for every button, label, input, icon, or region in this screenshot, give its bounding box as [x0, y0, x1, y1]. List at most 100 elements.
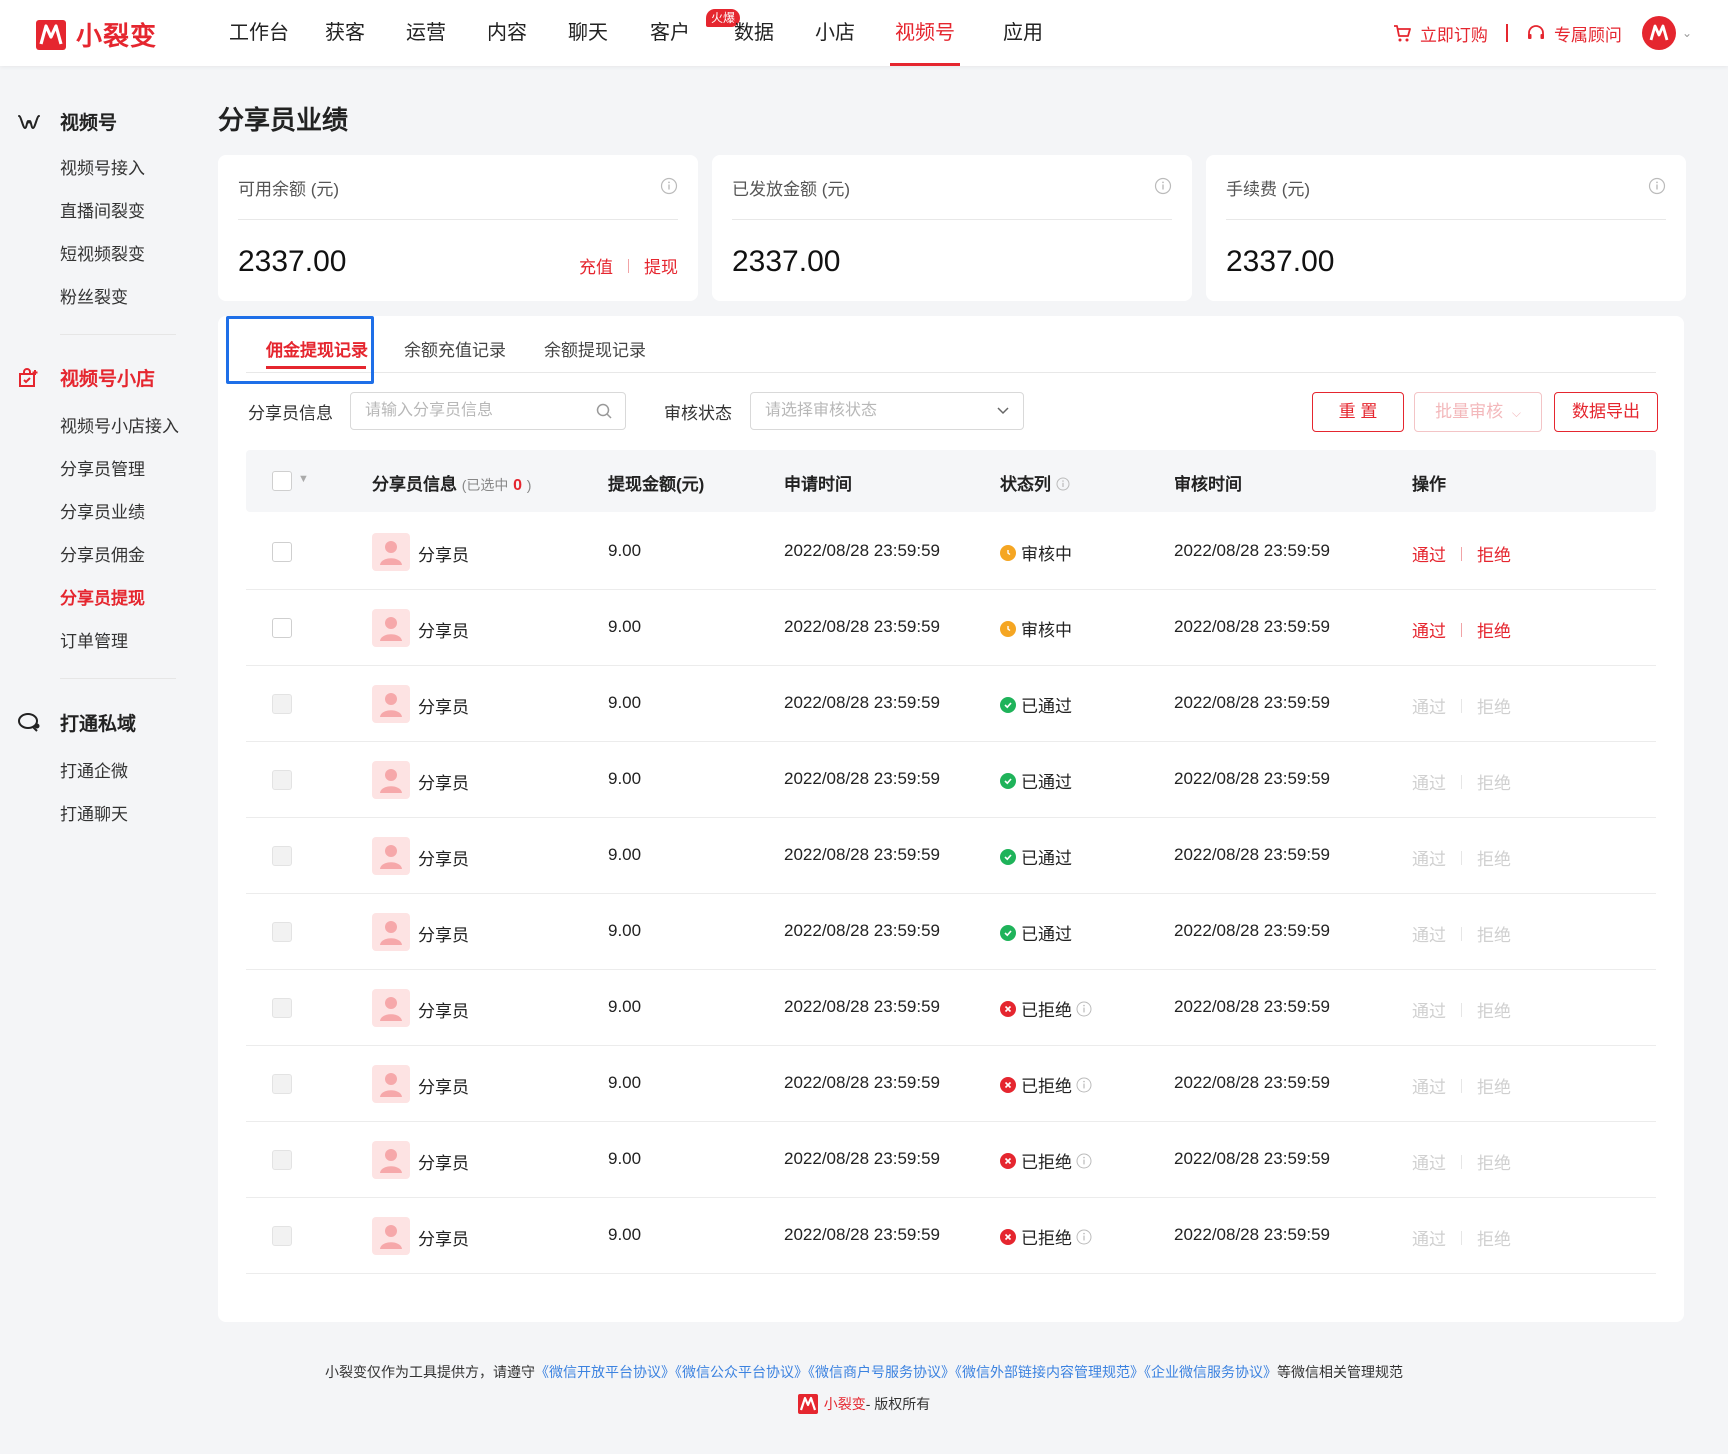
- reject-link[interactable]: 拒绝: [1477, 617, 1511, 642]
- withdraw-link[interactable]: 提现: [644, 253, 678, 278]
- caret-down-icon[interactable]: ▼: [298, 473, 309, 485]
- row-checkbox[interactable]: [272, 998, 292, 1018]
- link-external-content[interactable]: 《微信外部链接内容管理规范》: [955, 1364, 1144, 1380]
- withdraw-amount: 9.00: [608, 617, 642, 636]
- approve-link: 通过: [1412, 1002, 1446, 1021]
- reset-button[interactable]: 重 置: [1312, 392, 1404, 432]
- info-icon[interactable]: [1076, 1001, 1092, 1017]
- link-open-platform[interactable]: 《微信开放平台协议》: [535, 1364, 675, 1380]
- status-text: 已通过: [1021, 697, 1072, 716]
- info-icon[interactable]: [1076, 1229, 1092, 1245]
- sidebar-item-live-fission[interactable]: 直播间裂变: [60, 197, 145, 222]
- approve-link[interactable]: 通过: [1412, 541, 1446, 566]
- row-actions: 通过 拒绝: [1412, 845, 1511, 870]
- sidebar-item-sharer-withdraw[interactable]: 分享员提现: [60, 584, 145, 609]
- avatar: [372, 685, 410, 723]
- sharer-search-input[interactable]: 请输入分享员信息: [350, 392, 626, 430]
- info-icon[interactable]: [1648, 177, 1666, 195]
- row-checkbox[interactable]: [272, 1074, 292, 1094]
- info-icon[interactable]: [1076, 1077, 1092, 1093]
- info-icon[interactable]: [1076, 1153, 1092, 1169]
- row-checkbox[interactable]: [272, 1150, 292, 1170]
- sharer-name: 分享员: [418, 1078, 469, 1097]
- row-checkbox[interactable]: [272, 770, 292, 790]
- sidebar-item-order-manage[interactable]: 订单管理: [60, 627, 128, 652]
- rejected-status-icon: [1000, 1228, 1016, 1245]
- review-time: 2022/08/28 23:59:59: [1174, 693, 1330, 712]
- approve-link[interactable]: 通过: [1412, 617, 1446, 642]
- reject-link[interactable]: 拒绝: [1477, 541, 1511, 566]
- nav-content[interactable]: 内容: [468, 0, 546, 66]
- nav-channels[interactable]: 视频号: [890, 0, 960, 66]
- review-time: 2022/08/28 23:59:59: [1174, 541, 1330, 560]
- nav-apps[interactable]: 应用: [990, 0, 1056, 66]
- sidebar-group-label: 视频号小店: [60, 369, 156, 390]
- chat-bubble-icon: [16, 710, 42, 736]
- sidebar-item-chat[interactable]: 打通聊天: [60, 800, 128, 825]
- reject-link: 拒绝: [1477, 1154, 1511, 1173]
- tab-balance-recharge[interactable]: 余额充值记录: [404, 336, 506, 361]
- nav-workbench[interactable]: 工作台: [212, 0, 306, 66]
- advisor-link[interactable]: 专属顾问: [1526, 21, 1622, 46]
- sidebar-item-channels-connect[interactable]: 视频号接入: [60, 154, 145, 179]
- row-checkbox[interactable]: [272, 694, 292, 714]
- sharer-name: 分享员: [418, 622, 469, 641]
- info-icon[interactable]: [1154, 177, 1172, 195]
- action-divider: [1461, 850, 1462, 865]
- buy-now-link[interactable]: 立即订购: [1392, 21, 1488, 46]
- review-time: 2022/08/28 23:59:59: [1174, 769, 1330, 788]
- nav-acquire[interactable]: 获客: [306, 0, 384, 66]
- approve-link: 通过: [1412, 1078, 1446, 1097]
- row-actions: 通过 拒绝: [1412, 769, 1511, 794]
- status-badge: 审核中: [1000, 616, 1072, 641]
- link-merchant[interactable]: 《微信商户号服务协议》: [808, 1364, 955, 1380]
- nav-operation[interactable]: 运营: [384, 0, 468, 66]
- top-right-actions: 立即订购 专属顾问 ⌄: [1392, 0, 1692, 66]
- info-icon[interactable]: [1056, 477, 1070, 491]
- link-mp-platform[interactable]: 《微信公众平台协议》: [675, 1364, 808, 1380]
- sidebar-group-private-domain[interactable]: 打通私域: [16, 709, 136, 736]
- withdraw-amount: 9.00: [608, 1149, 642, 1168]
- action-divider: [628, 258, 629, 273]
- user-avatar-menu[interactable]: [1641, 16, 1676, 50]
- row-checkbox[interactable]: [272, 922, 292, 942]
- sidebar-group-channels[interactable]: 视频号: [16, 108, 117, 135]
- sidebar-divider: [60, 678, 176, 679]
- sidebar-item-shop-connect[interactable]: 视频号小店接入: [60, 412, 179, 437]
- footer-copyright-text: - 版权所有: [865, 1396, 931, 1412]
- link-wecom[interactable]: 《企业微信服务协议》: [1144, 1364, 1277, 1380]
- row-checkbox[interactable]: [272, 846, 292, 866]
- headset-icon: [1527, 25, 1544, 39]
- nav-chat[interactable]: 聊天: [546, 0, 630, 66]
- row-checkbox[interactable]: [272, 1226, 292, 1246]
- status-select[interactable]: 请选择审核状态: [750, 392, 1024, 430]
- table-row: 分享员 9.00 2022/08/28 23:59:59 审核中 2022/08/28 …: [246, 514, 1656, 590]
- batch-review-button[interactable]: 批量审核 ⌵: [1414, 392, 1542, 432]
- chevron-down-icon[interactable]: ⌄: [1682, 26, 1692, 40]
- nav-customer-label: 客户: [650, 22, 690, 44]
- sidebar-item-fans-fission[interactable]: 粉丝裂变: [60, 283, 128, 308]
- sidebar-item-sharer-commission[interactable]: 分享员佣金: [60, 541, 145, 566]
- sidebar-item-sharer-performance[interactable]: 分享员业绩: [60, 498, 145, 523]
- brand-logo[interactable]: 小裂变: [36, 16, 157, 53]
- nav-data[interactable]: 数据: [710, 0, 798, 66]
- selected-count: 0: [513, 477, 523, 494]
- tab-balance-withdraw[interactable]: 余额提现记录: [544, 336, 646, 361]
- table-row: 分享员 9.00 2022/08/28 23:59:59 已拒绝 2022/08/28 …: [246, 970, 1656, 1046]
- sidebar-item-short-video-fission[interactable]: 短视频裂变: [60, 240, 145, 265]
- recharge-link[interactable]: 充值: [579, 253, 613, 278]
- nav-shop[interactable]: 小店: [798, 0, 872, 66]
- status-text: 已通过: [1021, 925, 1072, 944]
- info-icon[interactable]: [660, 177, 678, 195]
- sidebar-group-shop[interactable]: 视频号小店: [16, 364, 155, 391]
- sidebar-item-wecom[interactable]: 打通企微: [60, 757, 128, 782]
- row-checkbox[interactable]: [272, 618, 292, 638]
- select-all-checkbox[interactable]: [272, 471, 292, 491]
- row-actions: 通过 拒绝: [1412, 1149, 1511, 1174]
- sidebar-item-sharer-manage[interactable]: 分享员管理: [60, 455, 145, 480]
- row-checkbox[interactable]: [272, 542, 292, 562]
- footer-copyright: 小裂变 - 版权所有: [0, 1394, 1728, 1414]
- status-text: 已拒绝: [1021, 1153, 1072, 1172]
- nav-customer[interactable]: 客户 火爆: [630, 0, 740, 66]
- export-button[interactable]: 数据导出: [1554, 392, 1658, 432]
